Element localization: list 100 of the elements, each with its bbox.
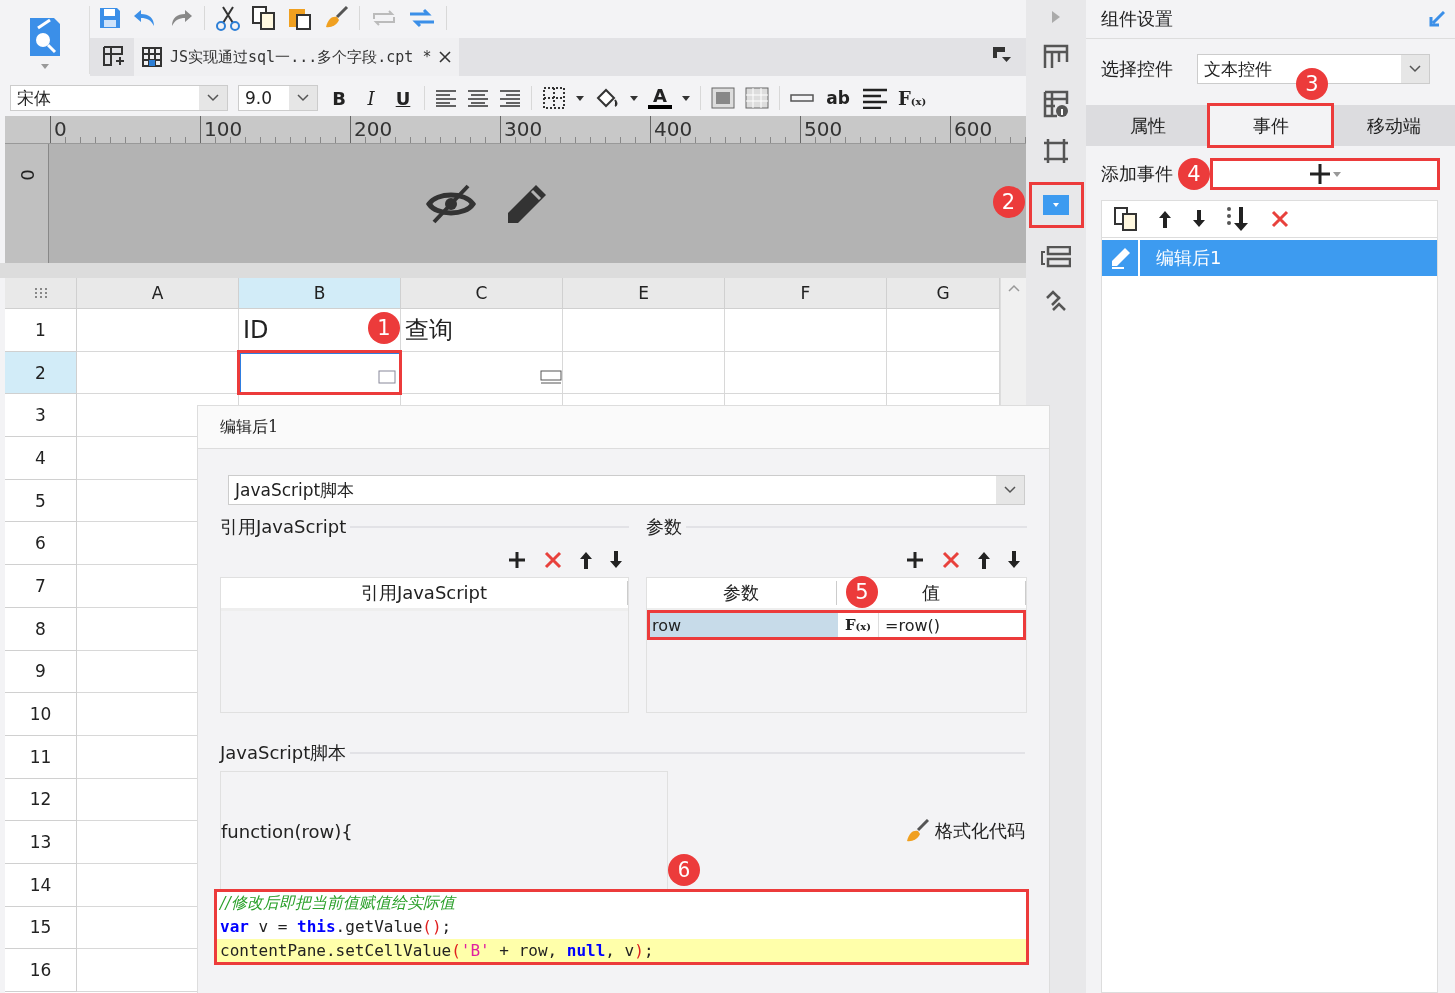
code-line: var v = this.getValue(); bbox=[219, 916, 453, 938]
move-up-icon[interactable] bbox=[977, 550, 991, 570]
widget-list-icon[interactable] bbox=[1041, 246, 1071, 268]
font-color-button[interactable]: A bbox=[648, 87, 672, 109]
close-icon[interactable] bbox=[439, 51, 452, 63]
move-down-icon[interactable] bbox=[1192, 209, 1206, 229]
column-header[interactable]: B bbox=[239, 278, 401, 309]
section-title: 引用JavaScript bbox=[220, 515, 347, 539]
row-header[interactable]: 10 bbox=[5, 693, 77, 736]
text-lines-icon[interactable] bbox=[862, 87, 888, 109]
collapse-icon[interactable] bbox=[1429, 11, 1445, 27]
new-sheet-icon[interactable] bbox=[102, 45, 126, 69]
row-header[interactable]: 8 bbox=[5, 607, 77, 651]
table-cell[interactable]: =row() bbox=[879, 612, 1024, 638]
chevron-down-icon[interactable] bbox=[1409, 65, 1421, 73]
copy-icon[interactable] bbox=[1114, 207, 1138, 231]
move-up-icon[interactable] bbox=[579, 550, 593, 570]
row-header[interactable]: 15 bbox=[5, 906, 77, 950]
event-type-select[interactable]: JavaScript脚本 bbox=[228, 475, 1025, 505]
row-header[interactable]: 1 bbox=[5, 309, 77, 352]
border-icon[interactable] bbox=[542, 86, 566, 110]
row-header[interactable]: 16 bbox=[5, 949, 77, 992]
column-header[interactable]: A bbox=[77, 278, 239, 309]
panel-tab[interactable]: 属性 bbox=[1086, 105, 1209, 146]
sheet-info-icon[interactable] bbox=[1043, 90, 1069, 118]
row-header[interactable]: 6 bbox=[5, 522, 77, 566]
cell-text: 查询 bbox=[405, 314, 453, 346]
panel-tab[interactable]: 移动端 bbox=[1332, 105, 1455, 146]
chevron-down-icon[interactable] bbox=[1004, 486, 1016, 494]
move-up-icon[interactable] bbox=[1158, 209, 1172, 229]
table-cell[interactable] bbox=[401, 351, 563, 395]
step-badge: 4 bbox=[1178, 158, 1210, 190]
chevron-down-icon[interactable] bbox=[207, 94, 219, 102]
delete-icon[interactable] bbox=[941, 550, 961, 570]
format-code-button[interactable]: 格式化代码 bbox=[905, 819, 1025, 843]
column-header[interactable]: E bbox=[563, 278, 725, 309]
row-header[interactable]: 9 bbox=[5, 650, 77, 694]
merge-cells-icon[interactable] bbox=[711, 87, 735, 109]
caret-icon[interactable] bbox=[630, 95, 638, 101]
bold-button[interactable]: B bbox=[328, 87, 350, 109]
row-header[interactable]: 2 bbox=[5, 351, 77, 395]
font-select[interactable]: 宋体 bbox=[10, 85, 228, 111]
add-icon[interactable] bbox=[905, 550, 925, 570]
align-right-icon[interactable] bbox=[499, 89, 521, 107]
report-designer-logo-icon[interactable] bbox=[27, 16, 62, 58]
table-cell[interactable] bbox=[77, 309, 239, 352]
italic-button[interactable]: I bbox=[360, 87, 382, 109]
move-down-icon[interactable] bbox=[1007, 550, 1021, 570]
save-icon[interactable] bbox=[98, 6, 122, 30]
ruler-label: 300 bbox=[503, 117, 543, 141]
window-menu-icon[interactable] bbox=[992, 46, 1012, 64]
delete-icon[interactable] bbox=[1270, 209, 1290, 229]
split-cells-icon[interactable] bbox=[745, 87, 769, 109]
underline-button[interactable]: U bbox=[392, 87, 414, 109]
row-header[interactable]: 13 bbox=[5, 821, 77, 864]
ruler-label: 600 bbox=[953, 117, 993, 141]
add-icon bbox=[1309, 163, 1331, 185]
table-cell[interactable] bbox=[563, 309, 725, 352]
align-left-icon[interactable] bbox=[435, 89, 457, 107]
formula-button[interactable]: F(x) bbox=[898, 87, 927, 109]
row-header[interactable]: 14 bbox=[5, 863, 77, 907]
row-header[interactable]: 11 bbox=[5, 735, 77, 779]
table-cell[interactable]: ID 1 bbox=[239, 309, 401, 352]
swap-arrows-icon[interactable] bbox=[408, 7, 436, 29]
move-to-bottom-icon[interactable] bbox=[1226, 206, 1250, 232]
column-header[interactable]: F bbox=[725, 278, 887, 309]
fill-color-icon[interactable] bbox=[594, 86, 620, 110]
caret-icon[interactable] bbox=[682, 95, 690, 101]
column-header[interactable]: G bbox=[887, 278, 1000, 309]
document-tab-title: JS实现通过sql一...多个字段.cpt * bbox=[170, 47, 432, 67]
table-cell[interactable] bbox=[725, 351, 887, 395]
font-size-select[interactable]: 9.0 bbox=[238, 85, 318, 111]
text-widget-icon bbox=[378, 370, 396, 385]
row-header[interactable]: 7 bbox=[5, 565, 77, 608]
table-cell[interactable]: 查询 bbox=[401, 309, 563, 352]
frame-icon[interactable] bbox=[1043, 138, 1069, 164]
caret-icon[interactable] bbox=[576, 95, 584, 101]
align-center-icon[interactable] bbox=[467, 89, 489, 107]
table-cell[interactable] bbox=[725, 309, 887, 352]
table-cell[interactable] bbox=[563, 351, 725, 395]
row-header[interactable]: 4 bbox=[5, 437, 77, 480]
chevron-down-icon[interactable] bbox=[297, 94, 309, 102]
form-grid-icon[interactable] bbox=[1043, 44, 1069, 70]
document-tab[interactable]: JS实现通过sql一...多个字段.cpt * bbox=[134, 38, 460, 76]
add-icon[interactable] bbox=[507, 550, 527, 570]
row-header[interactable]: 12 bbox=[5, 778, 77, 822]
column-header[interactable]: C bbox=[401, 278, 563, 309]
hidden-eye-icon[interactable] bbox=[425, 183, 476, 224]
table-cell[interactable]: row bbox=[649, 612, 838, 638]
step-badge: 3 bbox=[1296, 68, 1328, 100]
step-badge: 1 bbox=[368, 312, 400, 344]
dialog-title: 编辑后1 bbox=[198, 406, 1049, 449]
move-down-icon[interactable] bbox=[609, 550, 623, 570]
row-header[interactable]: 3 bbox=[5, 394, 77, 438]
copy-icon[interactable] bbox=[251, 5, 277, 31]
select-all-icon[interactable] bbox=[32, 287, 49, 299]
wrap-text-button[interactable]: ab bbox=[824, 88, 852, 108]
row-header[interactable]: 5 bbox=[5, 479, 77, 523]
scissors-icon[interactable] bbox=[215, 5, 241, 31]
delete-icon[interactable] bbox=[543, 550, 563, 570]
